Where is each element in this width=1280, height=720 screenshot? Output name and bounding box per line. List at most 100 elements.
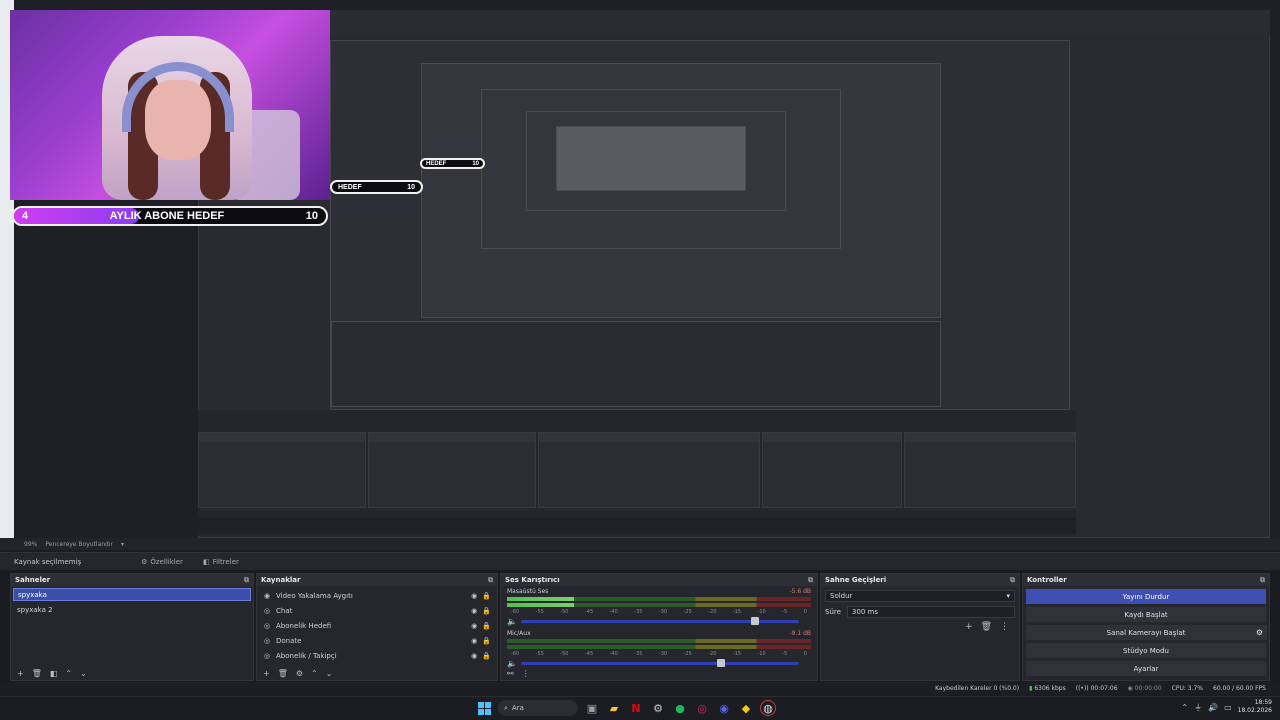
source-item[interactable]: ◉ Video Yakalama Aygıtı ◉ 🔒 bbox=[257, 588, 497, 603]
undock-icon[interactable]: ⧉ bbox=[1010, 576, 1015, 585]
source-item[interactable]: ◎ Chat ◉ 🔒 bbox=[257, 603, 497, 618]
link-icon[interactable]: ⚯ bbox=[507, 669, 514, 678]
taskbar-search[interactable]: ⌕ Ara bbox=[498, 700, 578, 716]
eye-icon[interactable]: ◉ bbox=[471, 637, 477, 645]
transitions-dock: Sahne Geçişleri ⧉ Soldur ▾ Süre 300 ms +… bbox=[820, 573, 1020, 681]
zoom-level[interactable]: 99% bbox=[24, 541, 37, 548]
source-item[interactable]: ◎ Donate ◉ 🔒 bbox=[257, 633, 497, 648]
tick-label: -15 bbox=[732, 651, 742, 657]
duration-input[interactable]: 300 ms bbox=[846, 606, 1015, 618]
netflix-icon[interactable]: N bbox=[628, 700, 644, 716]
trash-icon[interactable]: 🗑 bbox=[981, 622, 992, 632]
windows-taskbar: ⌕ Ara ▣ ▰ N ⚙ ● ◎ ◉ ◆ ◍ ⌃ ⏚ 🔊 ▭ 18:59 18… bbox=[0, 696, 1280, 720]
recursive-frame bbox=[556, 126, 746, 191]
eye-icon[interactable]: ◉ bbox=[471, 622, 477, 630]
undock-icon[interactable]: ⧉ bbox=[244, 576, 249, 585]
filters-button[interactable]: ◧ Filtreler bbox=[203, 558, 239, 566]
dock-title: Sahneler ⧉ bbox=[11, 574, 253, 586]
add-icon[interactable]: + bbox=[17, 669, 24, 678]
search-placeholder: Ara bbox=[511, 704, 524, 712]
trash-icon[interactable]: 🗑 bbox=[32, 669, 42, 678]
scale-mode[interactable]: Pencereye Boyutlandır bbox=[45, 541, 113, 548]
preview-canvas[interactable]: 4 AYLIK ABONE HEDEF 10 HEDEF 10 HEDEF 10 bbox=[0, 0, 1280, 540]
settings-button[interactable]: Ayarlar bbox=[1026, 661, 1266, 676]
source-item[interactable]: ◎ Abonelik / Takipçi ◉ 🔒 bbox=[257, 648, 497, 663]
trash-icon[interactable]: 🗑 bbox=[278, 669, 288, 678]
webcam-feed bbox=[10, 10, 330, 200]
meter-level bbox=[507, 603, 574, 607]
lock-icon[interactable]: 🔒 bbox=[482, 637, 491, 645]
lock-icon[interactable]: 🔒 bbox=[482, 592, 491, 600]
tick-label: -55 bbox=[535, 609, 544, 615]
goal-echo-target: 10 bbox=[407, 183, 415, 191]
filters-label: Filtreler bbox=[212, 557, 239, 566]
tick-label: -5 bbox=[782, 609, 788, 615]
clock[interactable]: 18:59 18.02.2026 bbox=[1238, 699, 1272, 715]
volume-slider[interactable] bbox=[520, 617, 799, 625]
volume-meter bbox=[507, 639, 811, 643]
mixer-toolbar: ⚯ ⋮ bbox=[501, 666, 817, 680]
channel-name: Masaüstü Ses bbox=[507, 588, 549, 595]
sources-toolbar: + 🗑 ⚙ ⌃ ⌄ bbox=[257, 666, 497, 680]
transition-select[interactable]: Soldur ▾ bbox=[825, 590, 1015, 602]
undock-icon[interactable]: ⧉ bbox=[808, 576, 813, 585]
goal-title: AYLIK ABONE HEDEF bbox=[109, 210, 225, 222]
start-recording-button[interactable]: Kaydı Başlat bbox=[1026, 607, 1266, 622]
app-icon[interactable]: ◆ bbox=[738, 700, 754, 716]
slider-handle[interactable] bbox=[750, 617, 759, 625]
scene-item[interactable]: spyxaka 2 bbox=[13, 603, 251, 616]
move-up-icon[interactable]: ⌃ bbox=[311, 669, 318, 678]
lock-icon[interactable]: 🔒 bbox=[482, 622, 491, 630]
dock-title: Kaynaklar ⧉ bbox=[257, 574, 497, 586]
move-down-icon[interactable]: ⌄ bbox=[80, 669, 87, 678]
undock-icon[interactable]: ⧉ bbox=[1260, 576, 1265, 585]
properties-button[interactable]: ⚙ Özellikler bbox=[141, 558, 183, 566]
network-icon[interactable]: ⏚ bbox=[1194, 702, 1202, 713]
add-icon[interactable]: + bbox=[965, 622, 973, 632]
recursive-docks bbox=[331, 321, 941, 407]
menu-dots-icon[interactable]: ⋮ bbox=[1000, 622, 1009, 632]
goal-target: 10 bbox=[305, 210, 318, 222]
discord-icon[interactable]: ◉ bbox=[716, 700, 732, 716]
captured-dock bbox=[198, 432, 366, 508]
virtual-camera-button[interactable]: Sanal Kamerayı Başlat ⚙ bbox=[1026, 625, 1267, 640]
clock-date: 18.02.2026 bbox=[1237, 707, 1272, 714]
obs-window: 4 AYLIK ABONE HEDEF 10 HEDEF 10 HEDEF 10… bbox=[0, 0, 1280, 720]
stop-stream-button[interactable]: Yayını Durdur bbox=[1026, 589, 1266, 604]
search-icon: ⌕ bbox=[504, 703, 508, 712]
start-icon[interactable] bbox=[476, 700, 492, 716]
undock-icon[interactable]: ⧉ bbox=[488, 576, 493, 585]
file-explorer-icon[interactable]: ▰ bbox=[606, 700, 622, 716]
eye-icon[interactable]: ◉ bbox=[471, 592, 477, 600]
spotify-icon[interactable]: ● bbox=[672, 700, 688, 716]
eye-icon[interactable]: ◉ bbox=[471, 652, 477, 660]
chevron-up-icon[interactable]: ⌃ bbox=[1181, 703, 1188, 712]
obs-icon[interactable]: ◍ bbox=[760, 700, 776, 716]
filter-icon[interactable]: ◧ bbox=[50, 669, 58, 678]
add-icon[interactable]: + bbox=[263, 669, 270, 678]
steam-icon[interactable]: ⚙ bbox=[650, 700, 666, 716]
dock-title: Sahne Geçişleri ⧉ bbox=[821, 574, 1019, 586]
scene-item[interactable]: spyxaka bbox=[13, 588, 251, 601]
task-view-icon[interactable]: ▣ bbox=[584, 700, 600, 716]
speaker-icon[interactable]: 🔊 bbox=[1208, 703, 1218, 712]
lock-icon[interactable]: 🔒 bbox=[482, 607, 491, 615]
gear-icon[interactable]: ⚙ bbox=[1252, 625, 1267, 640]
eye-icon[interactable]: ◉ bbox=[471, 607, 477, 615]
tick-label: -10 bbox=[757, 609, 766, 615]
speaker-icon[interactable]: 🔈 bbox=[507, 617, 517, 626]
app-icon[interactable]: ◎ bbox=[694, 700, 710, 716]
chevron-down-icon[interactable]: ▾ bbox=[121, 541, 124, 548]
menu-dots-icon[interactable]: ⋮ bbox=[522, 669, 530, 678]
tick-label: -35 bbox=[634, 651, 643, 657]
volume-slider[interactable] bbox=[520, 659, 799, 667]
source-item[interactable]: ◎ Abonelik Hedefi ◉ 🔒 bbox=[257, 618, 497, 633]
gear-icon[interactable]: ⚙ bbox=[296, 669, 303, 678]
move-up-icon[interactable]: ⌃ bbox=[65, 669, 72, 678]
studio-mode-button[interactable]: Stüdyo Modu bbox=[1026, 643, 1266, 658]
battery-icon[interactable]: ▭ bbox=[1224, 703, 1232, 712]
tick-label: -10 bbox=[757, 651, 766, 657]
lock-icon[interactable]: 🔒 bbox=[482, 652, 491, 660]
transition-value: Soldur bbox=[830, 592, 853, 600]
move-down-icon[interactable]: ⌄ bbox=[326, 669, 333, 678]
